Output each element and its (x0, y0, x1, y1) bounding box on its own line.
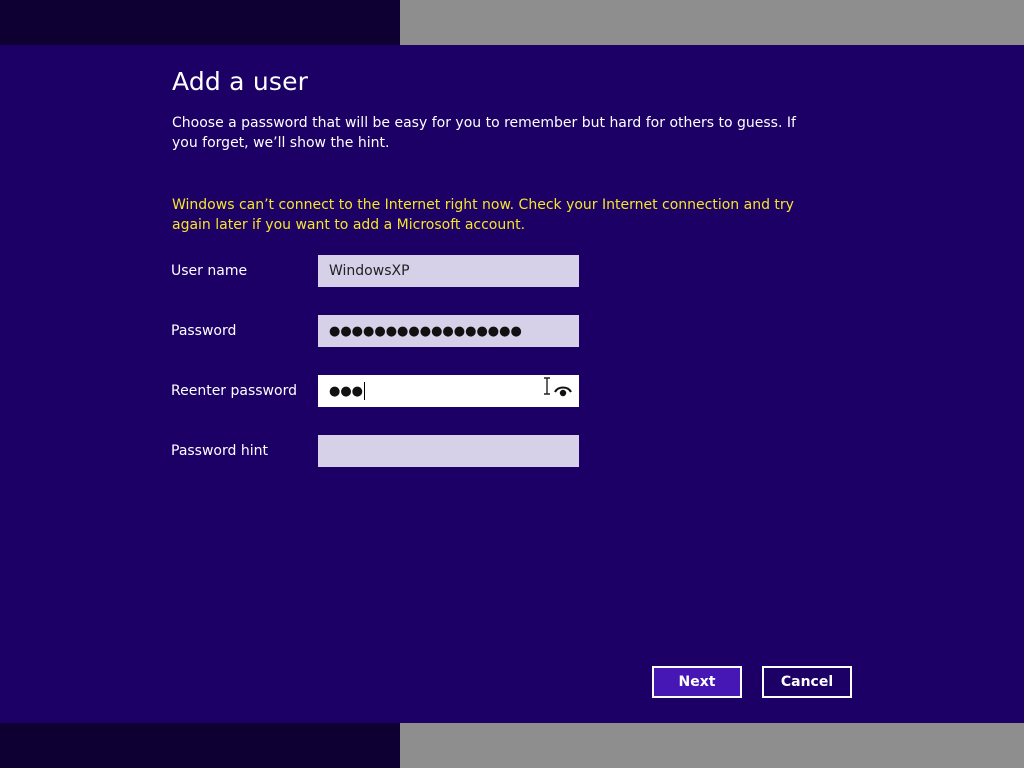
top-band (0, 0, 1024, 45)
password-masked-value: ●●●●●●●●●●●●●●●●● (329, 324, 522, 339)
username-field[interactable]: WindowsXP (318, 255, 579, 287)
password-hint-field[interactable] (318, 435, 579, 467)
connection-warning: Windows can’t connect to the Internet ri… (172, 197, 794, 233)
add-user-panel: Add a user Choose a password that will b… (0, 45, 1024, 723)
password-label: Password (171, 323, 237, 339)
username-value: WindowsXP (329, 263, 410, 279)
username-label: User name (171, 263, 248, 279)
reenter-password-masked-value: ●●● (329, 384, 364, 399)
bottom-band-dark (0, 723, 400, 768)
next-button[interactable]: Next (652, 666, 742, 698)
reenter-password-label: Reenter password (171, 383, 297, 399)
top-band-gray (400, 0, 1024, 45)
page-description: Choose a password that will be easy for … (172, 115, 796, 151)
reenter-password-field[interactable]: ●●● (318, 375, 579, 407)
password-hint-label: Password hint (171, 443, 268, 459)
page-title: Add a user (172, 67, 309, 96)
bottom-band-gray (400, 723, 1024, 768)
bottom-band (0, 723, 1024, 768)
password-field[interactable]: ●●●●●●●●●●●●●●●●● (318, 315, 579, 347)
text-caret (364, 382, 366, 400)
top-band-dark (0, 0, 400, 45)
ibeam-cursor-icon (544, 377, 550, 395)
cancel-button[interactable]: Cancel (762, 666, 852, 698)
eye-icon[interactable] (554, 384, 572, 398)
